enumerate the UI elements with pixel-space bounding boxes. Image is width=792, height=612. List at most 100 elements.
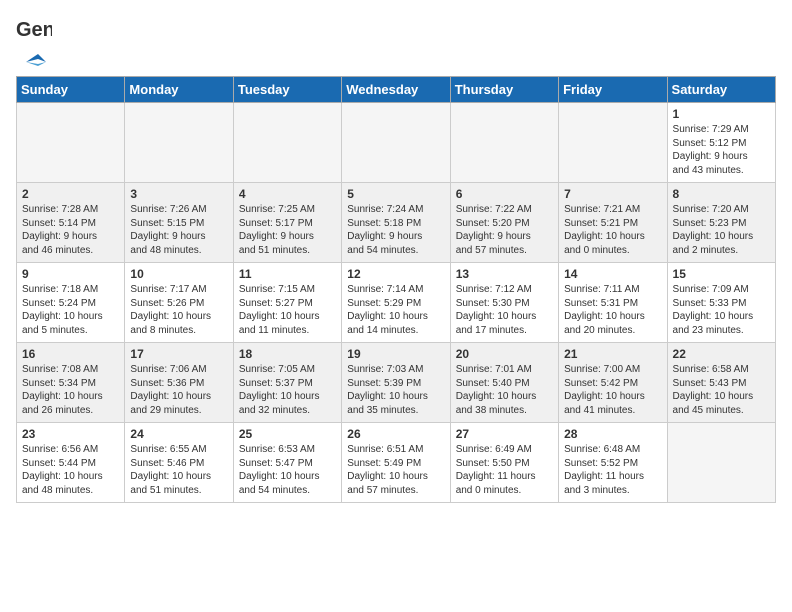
header: General <box>16 16 776 68</box>
calendar-cell: 21 Sunrise: 7:00 AM Sunset: 5:42 PM Dayli… <box>559 343 667 423</box>
calendar-header-tuesday: Tuesday <box>233 77 341 103</box>
calendar-cell: 13 Sunrise: 7:12 AM Sunset: 5:30 PM Dayli… <box>450 263 558 343</box>
day-number: 7 <box>564 187 661 201</box>
day-number: 1 <box>673 107 770 121</box>
calendar-week-row: 2Sunrise: 7:28 AM Sunset: 5:14 PM Daylig… <box>17 183 776 263</box>
day-info: Sunrise: 7:14 AM Sunset: 5:29 PM Dayligh… <box>347 283 444 337</box>
day-info: Sunrise: 7:09 AM Sunset: 5:33 PM Dayligh… <box>673 283 770 337</box>
day-info: Sunrise: 7:20 AM Sunset: 5:23 PM Dayligh… <box>673 203 770 257</box>
calendar-cell: 22 Sunrise: 6:58 AM Sunset: 5:43 PM Dayli… <box>667 343 775 423</box>
day-number: 26 <box>347 427 444 441</box>
day-number: 21 <box>564 347 661 361</box>
day-number: 20 <box>456 347 553 361</box>
day-number: 23 <box>22 427 119 441</box>
day-number: 10 <box>130 267 227 281</box>
calendar-header-row: SundayMondayTuesdayWednesdayThursdayFrid… <box>17 77 776 103</box>
calendar-header-friday: Friday <box>559 77 667 103</box>
day-number: 4 <box>239 187 336 201</box>
calendar-cell: 10 Sunrise: 7:17 AM Sunset: 5:26 PM Dayli… <box>125 263 233 343</box>
calendar-cell: 8 Sunrise: 7:20 AM Sunset: 5:23 PM Daylig… <box>667 183 775 263</box>
calendar-cell: 26 Sunrise: 6:51 AM Sunset: 5:49 PM Dayli… <box>342 423 450 503</box>
day-info: Sunrise: 7:18 AM Sunset: 5:24 PM Dayligh… <box>22 283 119 337</box>
day-info: Sunrise: 7:26 AM Sunset: 5:15 PM Dayligh… <box>130 203 227 257</box>
calendar-cell: 18 Sunrise: 7:05 AM Sunset: 5:37 PM Dayli… <box>233 343 341 423</box>
calendar-cell: 25 Sunrise: 6:53 AM Sunset: 5:47 PM Dayli… <box>233 423 341 503</box>
calendar-cell <box>342 103 450 183</box>
calendar-cell <box>17 103 125 183</box>
calendar-cell: 11 Sunrise: 7:15 AM Sunset: 5:27 PM Dayli… <box>233 263 341 343</box>
calendar-cell: 24 Sunrise: 6:55 AM Sunset: 5:46 PM Dayli… <box>125 423 233 503</box>
calendar-header-saturday: Saturday <box>667 77 775 103</box>
day-number: 18 <box>239 347 336 361</box>
day-info: Sunrise: 7:01 AM Sunset: 5:40 PM Dayligh… <box>456 363 553 417</box>
day-number: 22 <box>673 347 770 361</box>
calendar-week-row: 1 Sunrise: 7:29 AM Sunset: 5:12 PM Daylig… <box>17 103 776 183</box>
day-info: Sunrise: 6:58 AM Sunset: 5:43 PM Dayligh… <box>673 363 770 417</box>
day-number: 12 <box>347 267 444 281</box>
day-info: Sunrise: 7:28 AM Sunset: 5:14 PM Dayligh… <box>22 203 119 257</box>
calendar-cell <box>667 423 775 503</box>
calendar-cell: 16Sunrise: 7:08 AM Sunset: 5:34 PM Dayli… <box>17 343 125 423</box>
day-number: 15 <box>673 267 770 281</box>
day-info: Sunrise: 7:12 AM Sunset: 5:30 PM Dayligh… <box>456 283 553 337</box>
calendar-cell: 1 Sunrise: 7:29 AM Sunset: 5:12 PM Daylig… <box>667 103 775 183</box>
day-number: 3 <box>130 187 227 201</box>
calendar-cell: 5Sunrise: 7:24 AM Sunset: 5:18 PM Daylig… <box>342 183 450 263</box>
calendar-header-sunday: Sunday <box>17 77 125 103</box>
logo-icon: General <box>16 16 52 52</box>
day-number: 28 <box>564 427 661 441</box>
day-number: 6 <box>456 187 553 201</box>
day-info: Sunrise: 7:21 AM Sunset: 5:21 PM Dayligh… <box>564 203 661 257</box>
logo-bird-icon <box>18 52 48 74</box>
calendar-cell: 19 Sunrise: 7:03 AM Sunset: 5:39 PM Dayli… <box>342 343 450 423</box>
svg-text:General: General <box>16 19 52 41</box>
day-number: 11 <box>239 267 336 281</box>
calendar-cell: 15 Sunrise: 7:09 AM Sunset: 5:33 PM Dayli… <box>667 263 775 343</box>
calendar-cell: 28 Sunrise: 6:48 AM Sunset: 5:52 PM Dayli… <box>559 423 667 503</box>
calendar-header-monday: Monday <box>125 77 233 103</box>
day-number: 8 <box>673 187 770 201</box>
day-info: Sunrise: 7:17 AM Sunset: 5:26 PM Dayligh… <box>130 283 227 337</box>
calendar-cell: 27 Sunrise: 6:49 AM Sunset: 5:50 PM Dayli… <box>450 423 558 503</box>
day-number: 24 <box>130 427 227 441</box>
calendar-cell <box>559 103 667 183</box>
calendar-cell: 9Sunrise: 7:18 AM Sunset: 5:24 PM Daylig… <box>17 263 125 343</box>
day-info: Sunrise: 7:05 AM Sunset: 5:37 PM Dayligh… <box>239 363 336 417</box>
day-info: Sunrise: 6:51 AM Sunset: 5:49 PM Dayligh… <box>347 443 444 497</box>
day-info: Sunrise: 7:15 AM Sunset: 5:27 PM Dayligh… <box>239 283 336 337</box>
calendar-cell <box>450 103 558 183</box>
calendar-table: SundayMondayTuesdayWednesdayThursdayFrid… <box>16 76 776 503</box>
day-number: 27 <box>456 427 553 441</box>
day-number: 14 <box>564 267 661 281</box>
calendar-header-wednesday: Wednesday <box>342 77 450 103</box>
day-info: Sunrise: 6:53 AM Sunset: 5:47 PM Dayligh… <box>239 443 336 497</box>
day-info: Sunrise: 7:25 AM Sunset: 5:17 PM Dayligh… <box>239 203 336 257</box>
day-number: 5 <box>347 187 444 201</box>
calendar-cell: 7 Sunrise: 7:21 AM Sunset: 5:21 PM Daylig… <box>559 183 667 263</box>
day-info: Sunrise: 7:29 AM Sunset: 5:12 PM Dayligh… <box>673 123 770 177</box>
day-number: 13 <box>456 267 553 281</box>
calendar-cell: 4 Sunrise: 7:25 AM Sunset: 5:17 PM Daylig… <box>233 183 341 263</box>
calendar-cell <box>125 103 233 183</box>
day-info: Sunrise: 6:48 AM Sunset: 5:52 PM Dayligh… <box>564 443 661 497</box>
day-info: Sunrise: 7:08 AM Sunset: 5:34 PM Dayligh… <box>22 363 119 417</box>
calendar-cell: 6Sunrise: 7:22 AM Sunset: 5:20 PM Daylig… <box>450 183 558 263</box>
calendar-header-thursday: Thursday <box>450 77 558 103</box>
calendar-cell: 12 Sunrise: 7:14 AM Sunset: 5:29 PM Dayli… <box>342 263 450 343</box>
calendar-cell: 20 Sunrise: 7:01 AM Sunset: 5:40 PM Dayli… <box>450 343 558 423</box>
day-info: Sunrise: 7:11 AM Sunset: 5:31 PM Dayligh… <box>564 283 661 337</box>
day-info: Sunrise: 7:00 AM Sunset: 5:42 PM Dayligh… <box>564 363 661 417</box>
day-info: Sunrise: 7:03 AM Sunset: 5:39 PM Dayligh… <box>347 363 444 417</box>
day-info: Sunrise: 7:06 AM Sunset: 5:36 PM Dayligh… <box>130 363 227 417</box>
day-number: 19 <box>347 347 444 361</box>
calendar-cell: 17Sunrise: 7:06 AM Sunset: 5:36 PM Dayli… <box>125 343 233 423</box>
calendar-week-row: 16Sunrise: 7:08 AM Sunset: 5:34 PM Dayli… <box>17 343 776 423</box>
calendar-cell: 14 Sunrise: 7:11 AM Sunset: 5:31 PM Dayli… <box>559 263 667 343</box>
calendar-cell: 3 Sunrise: 7:26 AM Sunset: 5:15 PM Daylig… <box>125 183 233 263</box>
day-number: 25 <box>239 427 336 441</box>
day-info: Sunrise: 6:55 AM Sunset: 5:46 PM Dayligh… <box>130 443 227 497</box>
page: General SundayMondayTuesdayWednesdayThur <box>0 0 792 612</box>
day-info: Sunrise: 6:49 AM Sunset: 5:50 PM Dayligh… <box>456 443 553 497</box>
calendar-cell <box>233 103 341 183</box>
calendar-cell: 2Sunrise: 7:28 AM Sunset: 5:14 PM Daylig… <box>17 183 125 263</box>
